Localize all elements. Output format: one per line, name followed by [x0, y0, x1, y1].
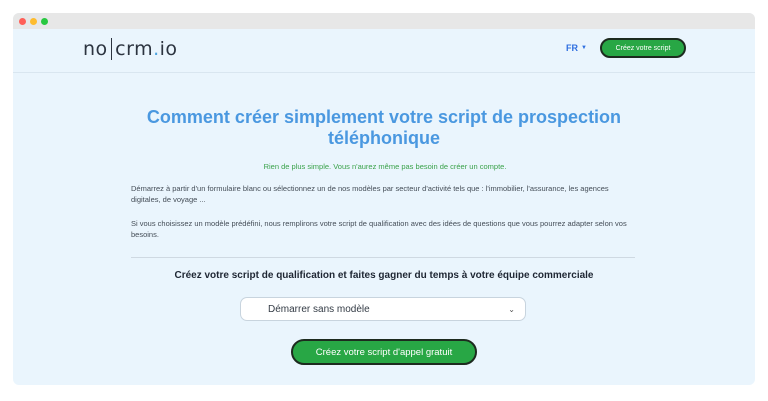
subtitle: Rien de plus simple. Vous n'aurez même p… [263, 162, 507, 171]
maximize-window-button[interactable] [41, 17, 48, 25]
nocrm-logo[interactable]: no crm . io [83, 38, 178, 60]
template-select-value: Démarrer sans modèle [268, 303, 370, 315]
create-free-script-button[interactable]: Créez votre script d'appel gratuit [291, 339, 477, 365]
browser-window: no crm . io FR ▼ Créez votre script Comm… [13, 13, 755, 385]
logo-part-crm: crm [115, 38, 154, 60]
minimize-window-button[interactable] [30, 17, 37, 25]
language-label: FR [566, 43, 578, 53]
title-bar [13, 13, 755, 29]
nav-create-script-button[interactable]: Créez votre script [600, 38, 686, 58]
chevron-down-icon: ⌄ [508, 304, 515, 314]
divider [131, 257, 635, 258]
logo-part-io: io [159, 38, 178, 60]
template-paragraph: Si vous choisissez un modèle prédéfini, … [131, 219, 627, 239]
intro-paragraph: Démarrez à partir d'un formulaire blanc … [131, 184, 609, 204]
logo-separator [110, 38, 113, 60]
page-title: Comment créer simplement votre script de… [146, 107, 622, 148]
caret-down-icon: ▼ [581, 45, 587, 51]
language-selector[interactable]: FR ▼ [566, 43, 587, 53]
top-navbar: no crm . io FR ▼ Créez votre script [13, 29, 755, 73]
template-select[interactable]: Démarrer sans modèle ⌄ [240, 297, 526, 321]
logo-part-no: no [83, 38, 108, 60]
close-window-button[interactable] [19, 17, 26, 25]
form-title: Créez votre script de qualification et f… [174, 270, 594, 281]
